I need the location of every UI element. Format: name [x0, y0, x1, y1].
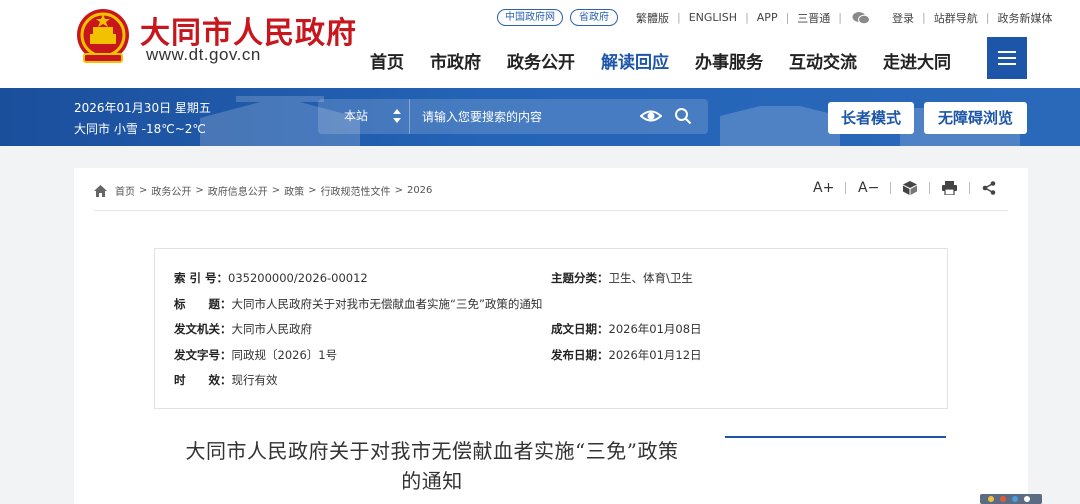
breadcrumb-info-disclosure[interactable]: 政府信息公开: [208, 183, 268, 198]
document-title: 大同市人民政府关于对我市无偿献血者实施“三免”政策 的通知: [152, 436, 712, 496]
divider: [845, 182, 846, 194]
accessible-browse-button[interactable]: 无障碍浏览: [924, 102, 1027, 134]
related-sidebar: [725, 436, 946, 504]
nav-gov-affairs[interactable]: 政务公开: [507, 48, 575, 73]
meta-index-row: 索 引 号：035200000/2026-00012: [174, 270, 368, 286]
meta-docno-label: 发文字号：: [174, 348, 232, 362]
meta-title-row: 标 题：大同市人民政府关于对我市无偿献血者实施“三免”政策的通知: [174, 296, 542, 312]
print-icon[interactable]: [942, 181, 957, 195]
province-gov-link[interactable]: 省政府: [570, 9, 618, 26]
meta-title-value: 大同市人民政府关于对我市无偿献血者实施“三免”政策的通知: [231, 297, 543, 311]
breadcrumb-divider: [94, 210, 1008, 211]
meta-issuer-value: 大同市人民政府: [231, 322, 313, 336]
meta-docno-row: 发文字号：同政规〔2026〕1号: [174, 347, 337, 363]
meta-index-label: 索 引 号：: [174, 271, 229, 285]
divider: |: [838, 11, 843, 24]
nav-home[interactable]: 首页: [370, 48, 404, 73]
current-date: 2026年01月30日 星期五: [74, 101, 211, 115]
cube-icon[interactable]: [903, 181, 917, 195]
breadcrumb-gov-affairs[interactable]: 政务公开: [151, 183, 191, 198]
nav-services[interactable]: 办事服务: [695, 48, 763, 73]
document-metadata: 索 引 号：035200000/2026-00012 主题分类：卫生、体育\卫生…: [154, 248, 948, 409]
breadcrumb-policy[interactable]: 政策: [284, 183, 304, 198]
meta-topic-row: 主题分类：卫生、体育\卫生: [551, 270, 693, 286]
meta-publish-date-label: 发布日期：: [551, 348, 609, 362]
breadcrumb-home[interactable]: 首页: [115, 183, 135, 198]
site-header: 大同市人民政府 www.dt.gov.cn 中国政府网 省政府 繁體版 | EN…: [0, 0, 1080, 88]
main-nav: 首页 市政府 政务公开 解读回应 办事服务 互动交流 走进大同: [370, 48, 977, 73]
nav-city-gov[interactable]: 市政府: [430, 48, 481, 73]
search-icon[interactable]: [674, 107, 692, 125]
meta-topic-label: 主题分类：: [551, 271, 609, 285]
meta-publish-date-value: 2026年01月12日: [608, 348, 702, 362]
china-gov-link[interactable]: 中国政府网: [497, 9, 563, 26]
national-emblem-icon[interactable]: [76, 8, 130, 66]
app-link[interactable]: APP: [757, 11, 778, 24]
search-scope-select[interactable]: 本站: [318, 99, 410, 134]
font-smaller-button[interactable]: A−: [858, 180, 879, 196]
divider: [929, 182, 930, 194]
weather-info: 大同市 小雪 -18℃~2℃: [74, 122, 206, 136]
top-links: 繁體版 | ENGLISH | APP | 三晋通 | 登录 | 站群导航 | …: [636, 9, 1052, 26]
divider: [890, 182, 891, 194]
elder-mode-button[interactable]: 长者模式: [828, 102, 914, 134]
font-larger-button[interactable]: A+: [813, 180, 834, 196]
site-url: www.dt.gov.cn: [146, 45, 261, 64]
divider: |: [677, 11, 681, 24]
meta-title-label: 标 题：: [174, 297, 232, 311]
document-title-line: 的通知: [401, 469, 463, 493]
floating-widget[interactable]: [980, 494, 1042, 504]
meta-made-date-row: 成文日期：2026年01月08日: [551, 321, 702, 337]
meta-docno-value: 同政规〔2026〕1号: [231, 348, 338, 362]
share-icon[interactable]: [982, 181, 996, 195]
search-scope-value: 本站: [344, 109, 369, 123]
breadcrumb: 首页 > 政务公开 > 政府信息公开 > 政策 > 行政规范性文件 > 2026: [94, 183, 432, 198]
breadcrumb-separator: >: [394, 185, 403, 196]
breadcrumb-separator: >: [308, 185, 317, 196]
document-title-line: 大同市人民政府关于对我市无偿献血者实施“三免”政策: [185, 439, 679, 463]
meta-validity-label: 时 效：: [174, 373, 232, 387]
divider: [969, 182, 970, 194]
wechat-icon[interactable]: [852, 11, 871, 25]
meta-index-value: 035200000/2026-00012: [228, 271, 368, 285]
meta-issuer-label: 发文机关：: [174, 322, 232, 336]
meta-validity-value: 现行有效: [231, 373, 278, 387]
divider: |: [785, 11, 790, 24]
home-icon: [94, 184, 107, 197]
new-media-link[interactable]: 政务新媒体: [997, 10, 1052, 26]
nav-about-datong[interactable]: 走进大同: [883, 48, 951, 73]
meta-issuer-row: 发文机关：大同市人民政府: [174, 321, 312, 337]
nav-interpretation[interactable]: 解读回应: [601, 48, 669, 73]
divider: |: [922, 11, 926, 24]
login-link[interactable]: 登录: [892, 10, 914, 26]
breadcrumb-year[interactable]: 2026: [407, 185, 432, 196]
divider: |: [985, 11, 990, 24]
meta-topic-value: 卫生、体育\卫生: [608, 271, 693, 285]
breadcrumb-normative-docs[interactable]: 行政规范性文件: [321, 183, 391, 198]
search-box: 本站: [318, 99, 708, 134]
search-input[interactable]: [422, 99, 622, 134]
article-panel: 首页 > 政务公开 > 政府信息公开 > 政策 > 行政规范性文件 > 2026…: [74, 168, 1028, 504]
search-band: 2026年01月30日 星期五 大同市 小雪 -18℃~2℃ 本站 长者模式 无…: [0, 88, 1080, 146]
english-link[interactable]: ENGLISH: [689, 11, 737, 24]
meta-made-date-label: 成文日期：: [551, 322, 609, 336]
site-nav-link[interactable]: 站群导航: [934, 10, 978, 26]
nav-interaction[interactable]: 互动交流: [789, 48, 857, 73]
breadcrumb-separator: >: [271, 185, 281, 196]
select-arrows-icon: [393, 109, 401, 123]
meta-made-date-value: 2026年01月08日: [608, 322, 702, 336]
meta-validity-row: 时 效：现行有效: [174, 372, 278, 388]
voice-eye-icon[interactable]: [640, 107, 662, 125]
sanjintong-link[interactable]: 三晋通: [797, 10, 830, 26]
article-tools: A+ A−: [813, 180, 996, 196]
meta-publish-date-row: 发布日期：2026年01月12日: [551, 347, 702, 363]
hamburger-menu-icon[interactable]: [987, 37, 1027, 79]
breadcrumb-separator: >: [195, 185, 204, 196]
breadcrumb-separator: >: [139, 185, 148, 196]
traditional-link[interactable]: 繁體版: [636, 10, 669, 26]
divider: |: [745, 11, 749, 24]
